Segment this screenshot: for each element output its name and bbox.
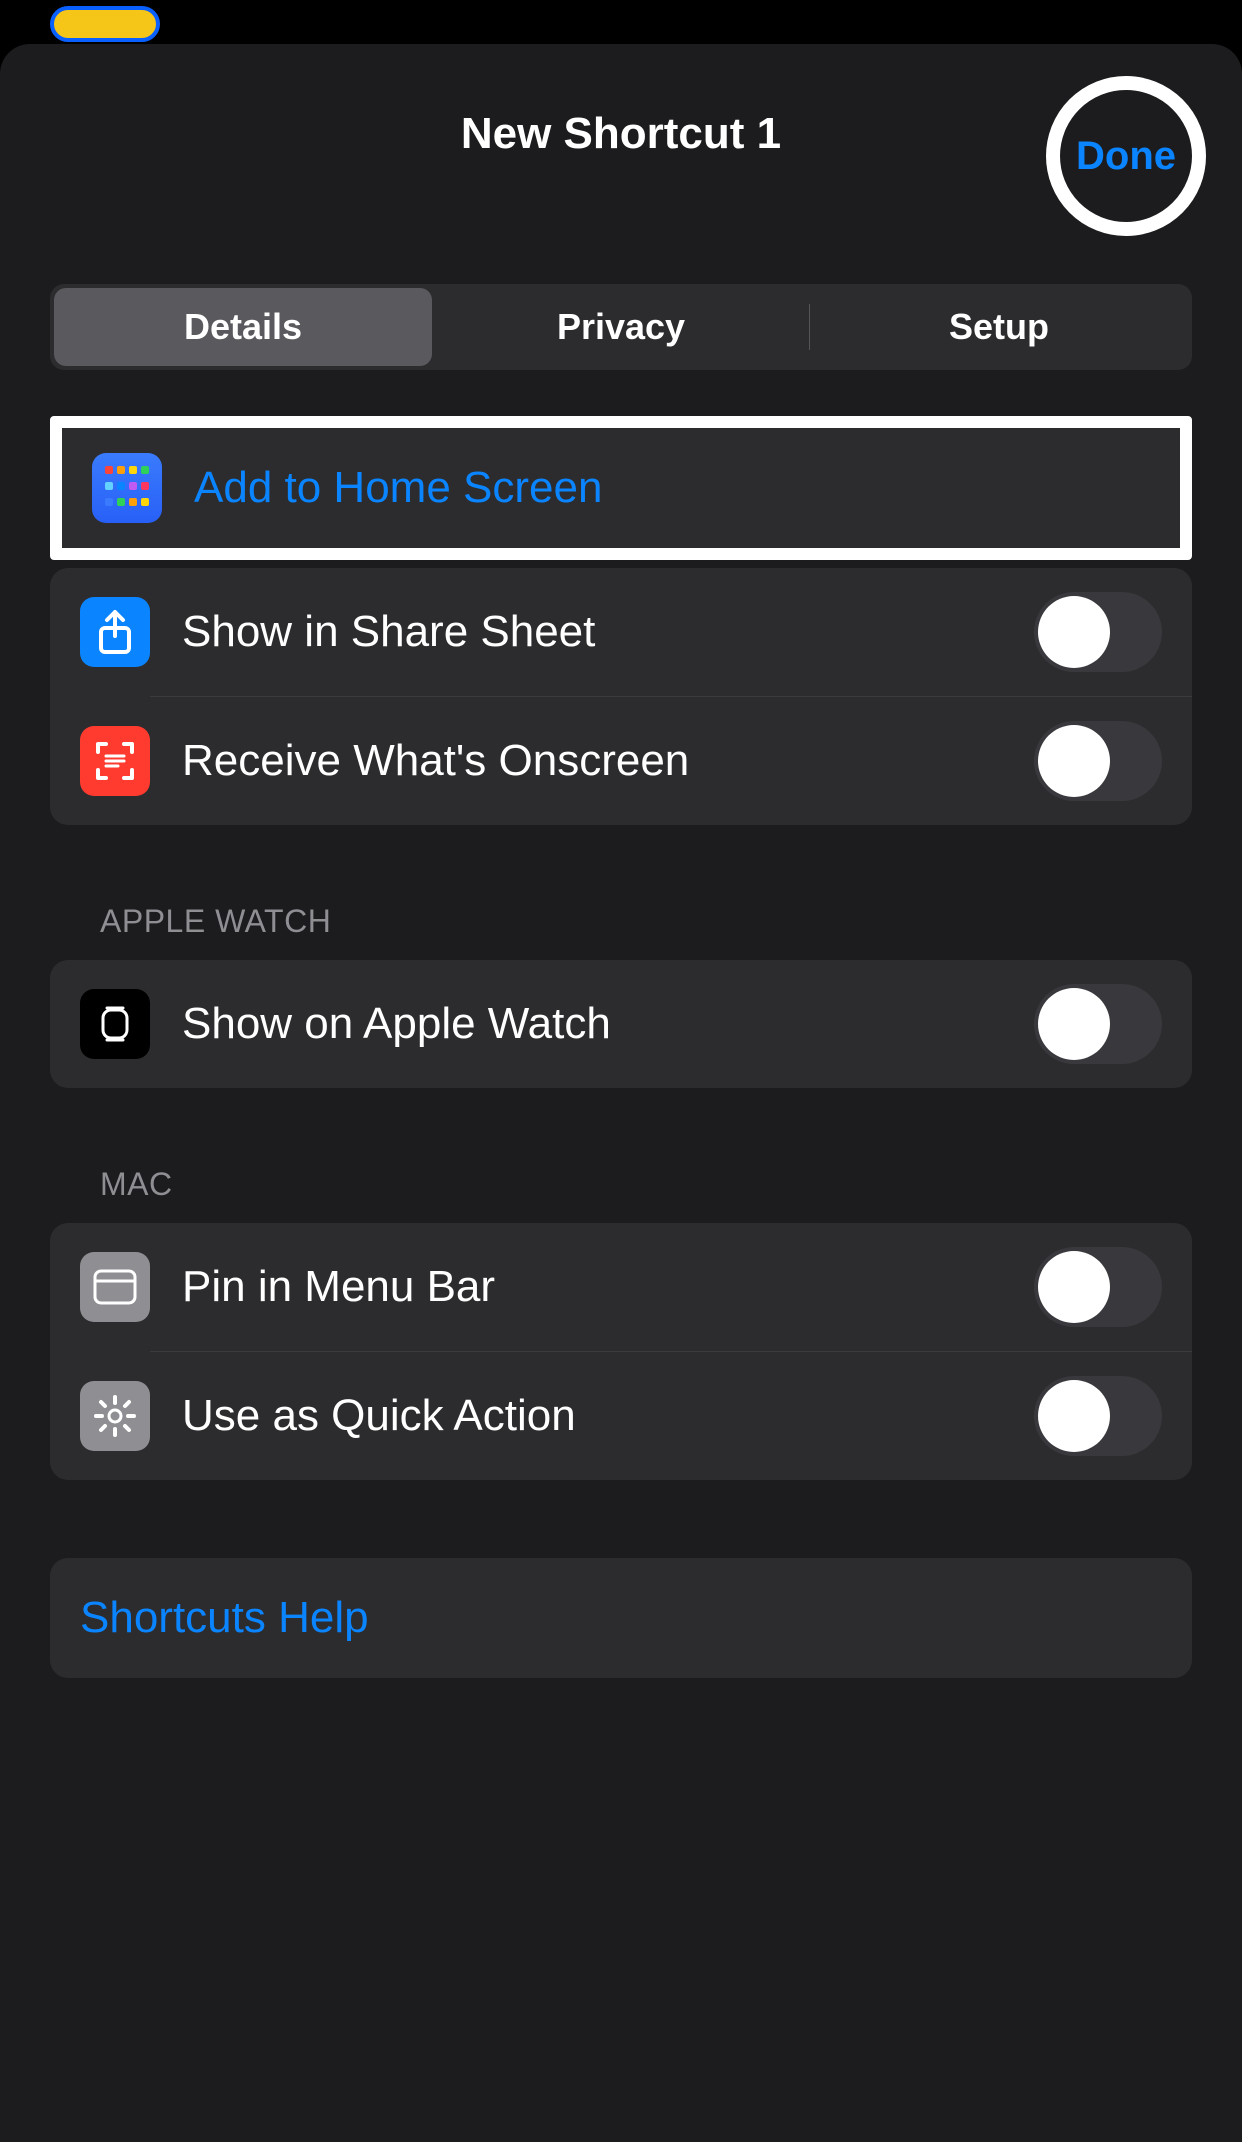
- receive-onscreen-toggle[interactable]: [1034, 721, 1162, 801]
- show-on-apple-watch-label: Show on Apple Watch: [182, 999, 1034, 1049]
- share-sheet-toggle[interactable]: [1034, 592, 1162, 672]
- apple-watch-toggle[interactable]: [1034, 984, 1162, 1064]
- quick-action-toggle[interactable]: [1034, 1376, 1162, 1456]
- add-to-home-screen-row[interactable]: Add to Home Screen: [62, 428, 1180, 548]
- sheet-header: New Shortcut 1 Done: [0, 44, 1242, 224]
- page-title: New Shortcut 1: [461, 109, 781, 159]
- pin-in-menu-bar-label: Pin in Menu Bar: [182, 1262, 1034, 1312]
- gear-icon: [80, 1381, 150, 1451]
- use-as-quick-action-row: Use as Quick Action: [50, 1352, 1192, 1480]
- apple-watch-section-header: APPLE WATCH: [50, 903, 1192, 960]
- tab-setup[interactable]: Setup: [810, 288, 1188, 366]
- done-highlight-circle: Done: [1046, 76, 1206, 236]
- add-to-home-highlight: Add to Home Screen: [50, 416, 1192, 560]
- show-on-apple-watch-row: Show on Apple Watch: [50, 960, 1192, 1088]
- done-button[interactable]: Done: [1076, 134, 1176, 179]
- background-app-peek: [50, 6, 160, 42]
- receive-onscreen-label: Receive What's Onscreen: [182, 736, 1034, 786]
- shortcuts-help-label: Shortcuts Help: [80, 1593, 1162, 1643]
- details-sheet: New Shortcut 1 Done Details Privacy Setu…: [0, 44, 1242, 2142]
- homescreen-icon: [92, 453, 162, 523]
- tab-details[interactable]: Details: [54, 288, 432, 366]
- mac-section-header: MAC: [50, 1166, 1192, 1223]
- use-as-quick-action-label: Use as Quick Action: [182, 1391, 1034, 1441]
- shortcuts-help-row[interactable]: Shortcuts Help: [50, 1558, 1192, 1678]
- share-icon: [80, 597, 150, 667]
- share-sheet-label: Show in Share Sheet: [182, 607, 1034, 657]
- onscreen-icon: [80, 726, 150, 796]
- receive-onscreen-row: Receive What's Onscreen: [50, 697, 1192, 825]
- apple-watch-icon: [80, 989, 150, 1059]
- tab-privacy[interactable]: Privacy: [432, 288, 810, 366]
- details-tabs: Details Privacy Setup: [50, 284, 1192, 370]
- pin-in-menu-bar-row: Pin in Menu Bar: [50, 1223, 1192, 1351]
- pin-menu-bar-toggle[interactable]: [1034, 1247, 1162, 1327]
- menu-bar-icon: [80, 1252, 150, 1322]
- add-to-home-screen-label: Add to Home Screen: [194, 463, 1150, 513]
- share-sheet-row: Show in Share Sheet: [50, 568, 1192, 696]
